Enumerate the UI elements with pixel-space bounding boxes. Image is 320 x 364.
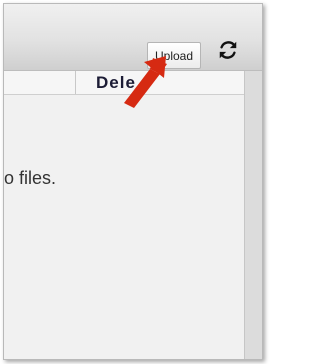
vertical-scrollbar[interactable] (244, 71, 262, 359)
column-header-delete[interactable]: Dele (96, 73, 136, 93)
table-header: Dele (4, 71, 244, 95)
column-divider (75, 71, 76, 94)
upload-button[interactable]: Upload (147, 42, 201, 69)
file-manager-window: Upload Dele o files. (3, 3, 263, 360)
empty-message: o files. (4, 168, 57, 188)
toolbar: Upload (4, 4, 262, 71)
refresh-icon[interactable] (217, 39, 239, 61)
file-list: o files. (4, 95, 244, 359)
